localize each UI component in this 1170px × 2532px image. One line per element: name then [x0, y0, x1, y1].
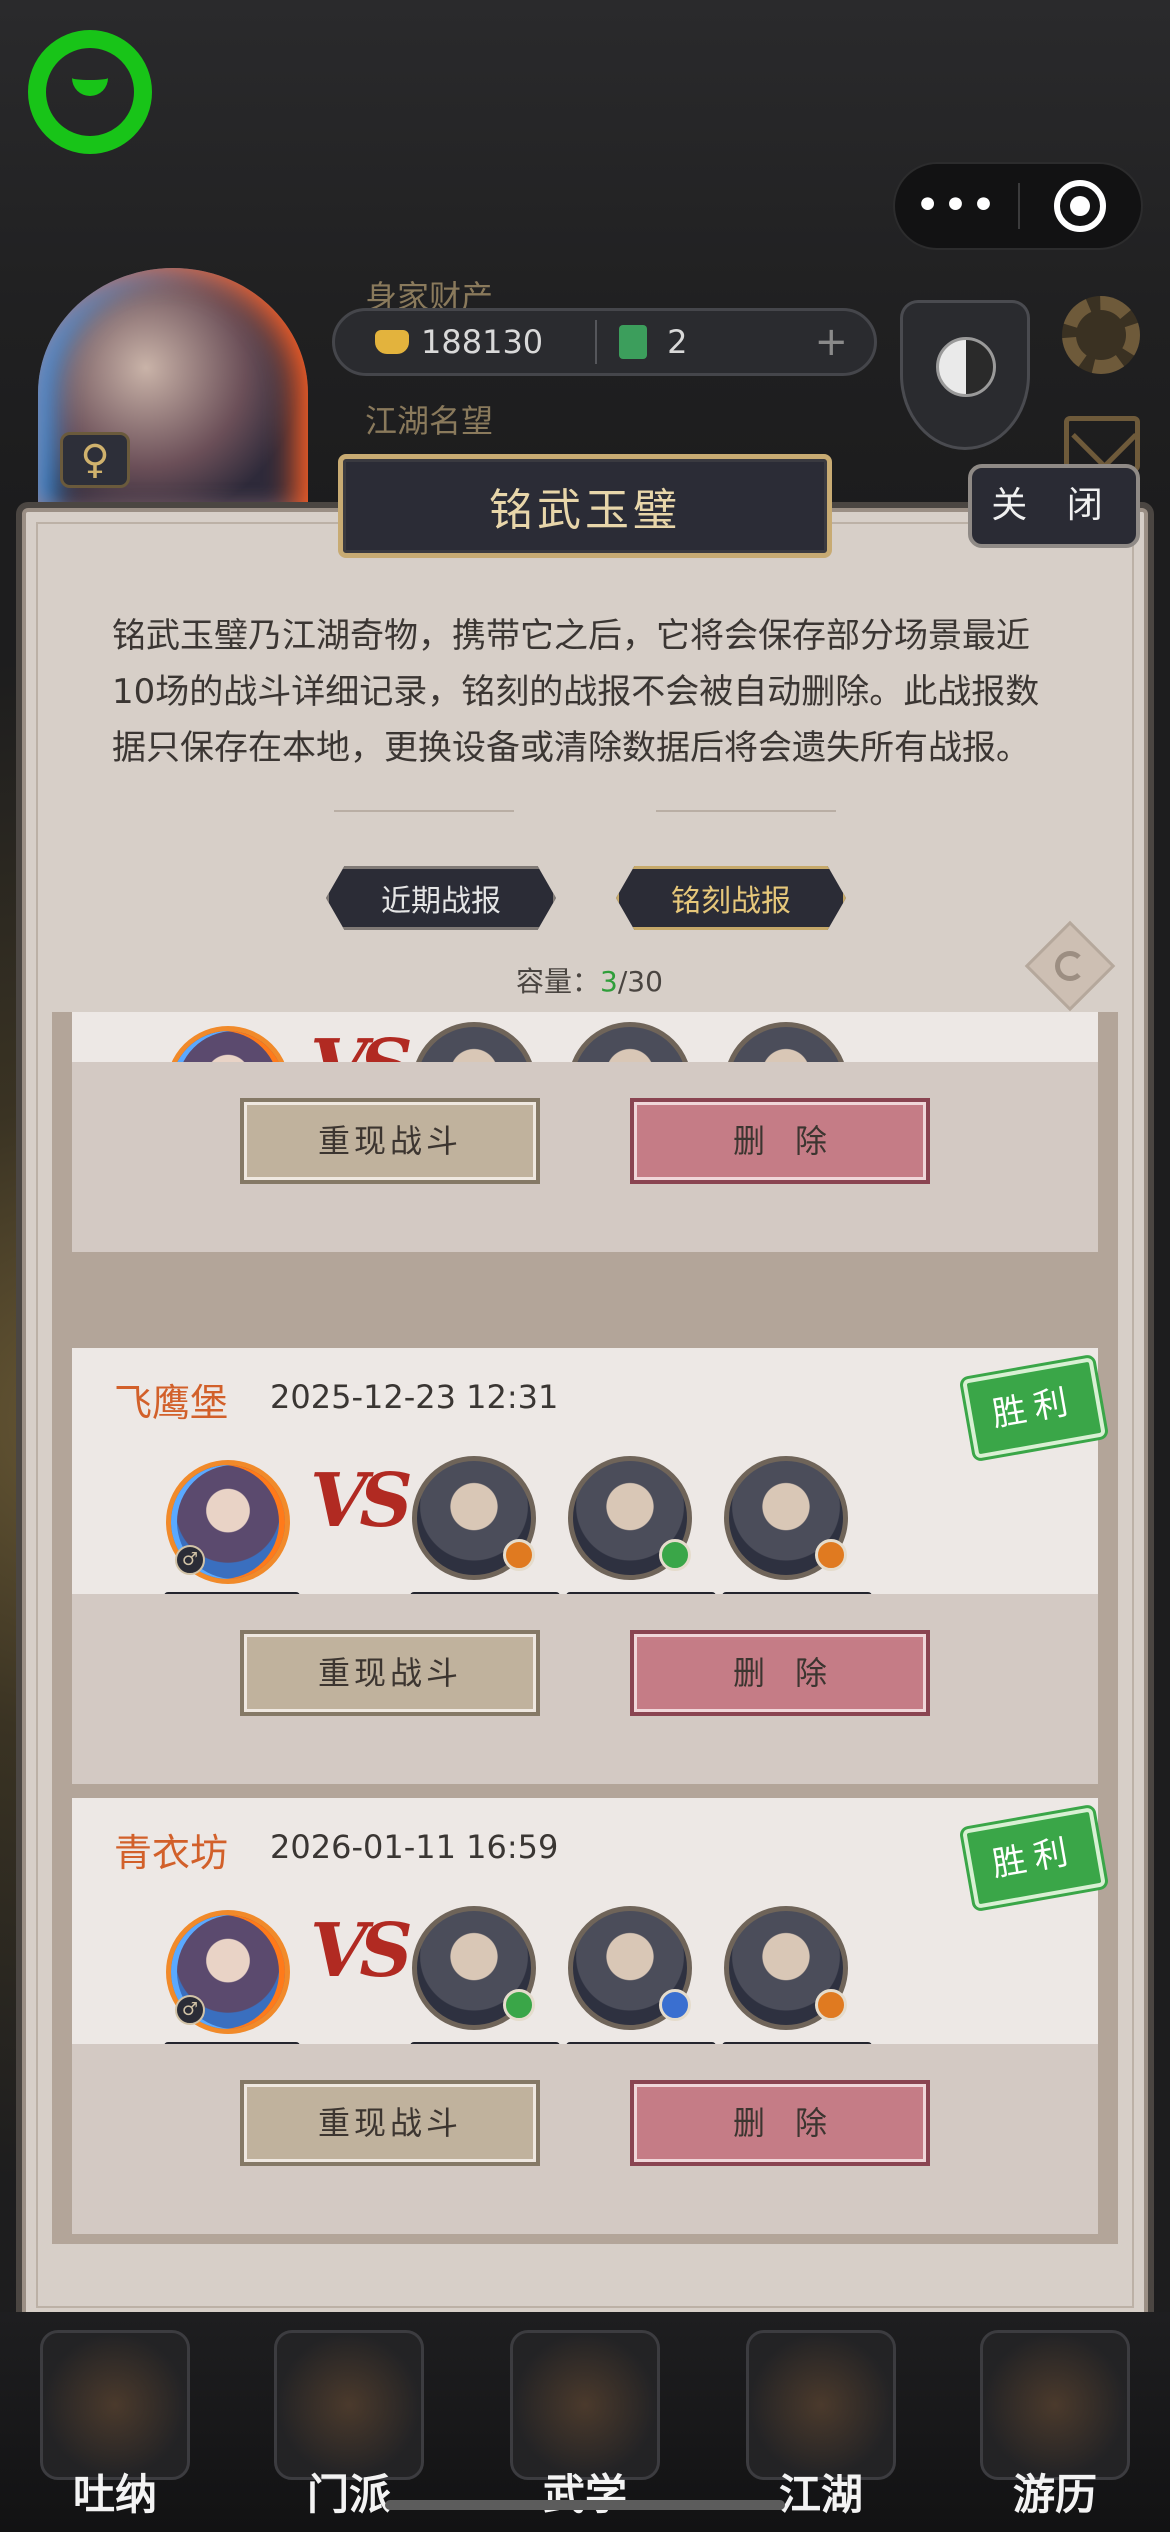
player-fighter-avatar: ♂: [166, 1910, 290, 2034]
bottom-navigation: 吐纳 门派 武学 江湖 游历: [0, 2312, 1170, 2532]
wealth-divider: [595, 320, 598, 364]
gender-male-icon: ♂: [175, 1995, 205, 2025]
dialog-description: 铭武玉璧乃江湖奇物，携带它之后，它将会保存部分场景最近10场的战斗详细记录，铭刻…: [112, 616, 1040, 768]
gender-male-icon: ♂: [175, 1545, 205, 1575]
nav-label: 武学: [542, 2470, 627, 2519]
sect-icon: [274, 2330, 424, 2480]
nav-label: 江湖: [778, 2470, 863, 2519]
martial-arts-book-icon: [510, 2330, 660, 2480]
capacity-label: 容量：: [516, 965, 601, 998]
nav-label: 吐纳: [72, 2470, 157, 2519]
delete-record-button[interactable]: 删除: [630, 1630, 930, 1716]
battle-record-card: 青衣坊 2026-01-11 16:59 胜利 ♂ VS 重现战斗 删除: [72, 1798, 1106, 2234]
horse-travel-icon: [980, 2330, 1130, 2480]
nav-label: 游历: [1012, 2470, 1097, 2519]
replay-battle-button[interactable]: 重现战斗: [240, 2080, 540, 2166]
wood-element-icon: [503, 1989, 535, 2021]
record-time: 2025-12-23 12:31: [270, 1378, 559, 1416]
victory-stamp: 胜利: [962, 1357, 1106, 1459]
nav-label: 门派: [306, 2470, 391, 2519]
fame-label: 江湖名望: [365, 402, 494, 440]
delete-record-button[interactable]: 删除: [630, 2080, 930, 2166]
record-actions: 重现战斗 删除: [72, 1062, 1098, 1252]
settings-gear-icon[interactable]: [1062, 296, 1140, 374]
add-currency-button[interactable]: +: [814, 319, 848, 365]
yin-yang-badge[interactable]: [900, 300, 1030, 450]
record-actions: 重现战斗 删除: [72, 1594, 1098, 1784]
enemy-fighter-avatar: [724, 1456, 848, 1580]
player-gender-badge: ♀: [60, 432, 130, 488]
enemy-fighter-avatar: [412, 1456, 536, 1580]
close-button[interactable]: 关 闭: [968, 464, 1140, 548]
replay-battle-button[interactable]: 重现战斗: [240, 1630, 540, 1716]
fire-element-icon: [503, 1539, 535, 1571]
wealth-bar: 188130 2 +: [332, 308, 877, 376]
nav-item-breathing[interactable]: 吐纳: [20, 2330, 210, 2530]
home-indicator[interactable]: [385, 2500, 785, 2510]
fire-element-icon: [815, 1539, 847, 1571]
mini-program-capsule: •••: [893, 162, 1143, 250]
enemy-fighter-avatar: [412, 1906, 536, 2030]
ornament-divider-right: [656, 810, 836, 812]
replay-battle-button[interactable]: 重现战斗: [240, 1098, 540, 1184]
battle-record-card: 飞鹰堡 2025-12-23 12:31 胜利 ♂ VS 重现战斗 删除: [72, 1348, 1106, 1784]
jade-icon: [619, 325, 648, 359]
record-location: 飞鹰堡: [114, 1381, 229, 1425]
gold-amount: 188130: [421, 323, 544, 361]
player-fighter-avatar: ♂: [166, 1460, 290, 1584]
close-target-icon[interactable]: [1020, 180, 1141, 232]
ornament-divider-left: [334, 810, 514, 812]
jianghu-icon: [746, 2330, 896, 2480]
record-actions: 重现战斗 删除: [72, 2044, 1098, 2234]
water-element-icon: [659, 1989, 691, 2021]
vs-emblem: VS: [310, 1458, 413, 1544]
breathing-icon: [40, 2330, 190, 2480]
record-location: 青衣坊: [114, 1831, 229, 1875]
record-time: 2026-01-11 16:59: [270, 1828, 559, 1866]
victory-stamp: 胜利: [962, 1807, 1106, 1909]
dialog-title: 铭武玉璧: [338, 454, 832, 558]
gold-ingot-icon: [375, 330, 409, 354]
capacity-max: /30: [617, 965, 663, 998]
enemy-fighter-avatar: [724, 1906, 848, 2030]
tab-engraved-reports[interactable]: 铭刻战报: [616, 866, 846, 930]
chat-logo-icon[interactable]: [28, 30, 152, 154]
nav-item-travel[interactable]: 游历: [960, 2330, 1150, 2530]
battle-record-card: ♂ VS 重现战斗 删除: [72, 1012, 1098, 1252]
wood-element-icon: [659, 1539, 691, 1571]
battle-record-list[interactable]: ♂ VS 重现战斗 删除 飞鹰堡 2025-12-23 12:31 胜利 ♂ V…: [52, 1012, 1118, 2244]
vs-emblem: VS: [310, 1908, 413, 1994]
jade-amount: 2: [667, 323, 688, 361]
enemy-fighter-avatar: [568, 1906, 692, 2030]
capacity-indicator: 容量：3/30: [516, 960, 663, 1000]
enemy-fighter-avatar: [568, 1456, 692, 1580]
more-menu-icon[interactable]: •••: [895, 162, 1018, 250]
delete-record-button[interactable]: 删除: [630, 1098, 930, 1184]
tab-recent-reports[interactable]: 近期战报: [326, 866, 556, 930]
fire-element-icon: [815, 1989, 847, 2021]
capacity-current: 3: [600, 965, 618, 998]
